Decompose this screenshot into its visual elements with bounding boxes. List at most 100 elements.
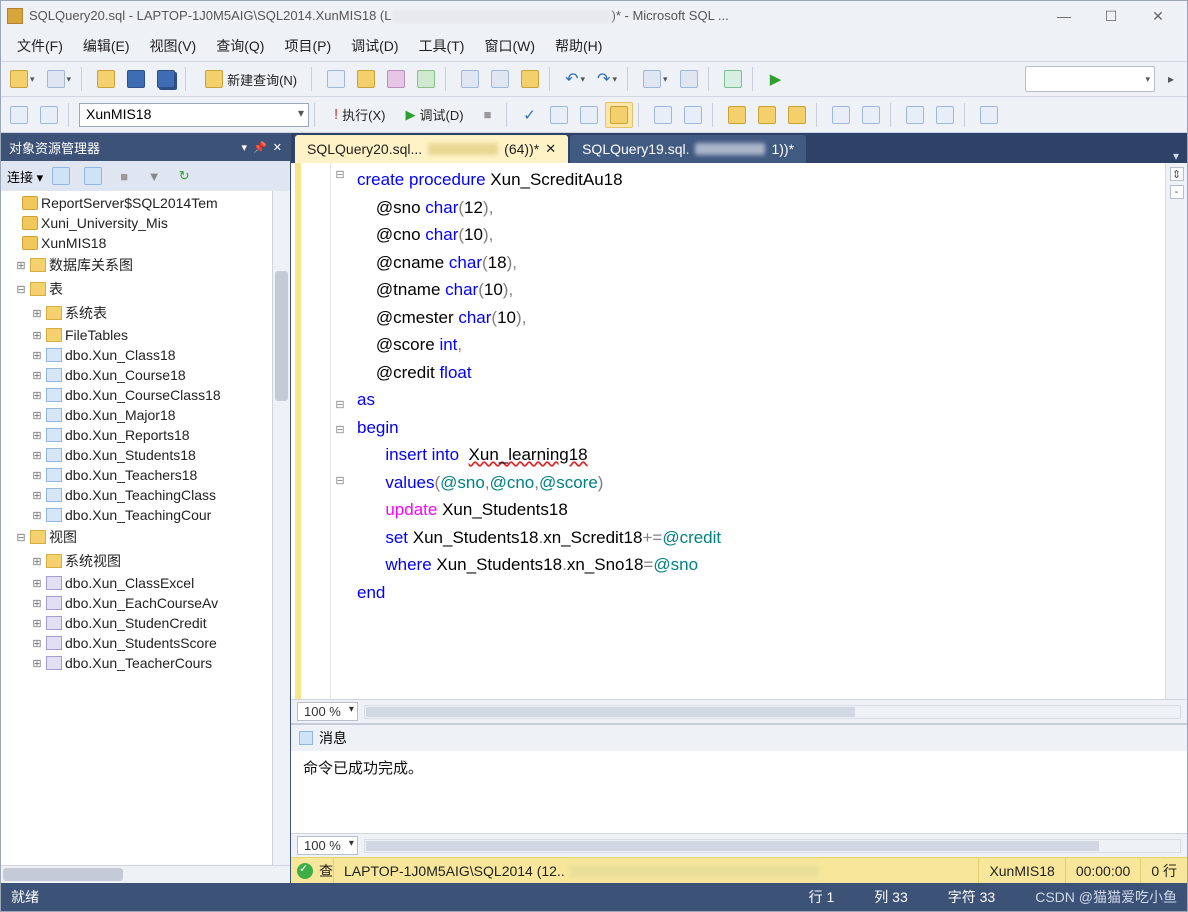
code-editor[interactable]: ⊟⊟⊟⊟ create procedure Xun_ScreditAu18 @s… [291, 163, 1187, 699]
oe-stop[interactable]: ■ [111, 163, 137, 189]
indent-button[interactable] [901, 102, 929, 128]
oe-pin-icon[interactable]: 📌 [253, 141, 267, 154]
redo-button[interactable]: ↷▾ [592, 66, 622, 92]
close-button[interactable]: ✕ [1135, 2, 1181, 30]
status-line: 行 1 [809, 887, 835, 907]
query-status-bar: 查 LAPTOP-1J0M5AIG\SQL2014 (12.. XunMIS18… [291, 857, 1187, 883]
messages-tab[interactable]: 消息 [291, 725, 1187, 751]
xe-button[interactable] [412, 66, 440, 92]
change-conn-button[interactable] [35, 102, 63, 128]
new-project-button[interactable]: ▾ [5, 66, 40, 92]
nav-up-icon[interactable]: - [1170, 185, 1184, 199]
tab-sqlquery19[interactable]: SQLQuery19.sql.1))* [570, 135, 806, 163]
menu-tools[interactable]: 工具(T) [409, 32, 475, 60]
oe-btn1[interactable] [47, 163, 75, 189]
menu-query[interactable]: 查询(Q) [206, 32, 274, 60]
msg-hscrollbar[interactable] [364, 839, 1181, 853]
zoom-combo-msg[interactable]: 100 % [297, 836, 358, 855]
res-grid-button[interactable] [753, 102, 781, 128]
intellisense-button[interactable] [605, 102, 633, 128]
object-explorer-toolbar: 连接 ▾ ■ ▼ ↻ [1, 161, 290, 191]
message-icon [299, 731, 313, 745]
paste-button[interactable] [516, 66, 544, 92]
database-combo[interactable]: XunMIS18 [79, 103, 309, 127]
menu-debug[interactable]: 调试(D) [341, 32, 408, 60]
find-combo[interactable]: ▾ [1025, 66, 1155, 92]
md-button[interactable] [352, 66, 380, 92]
open-button[interactable] [92, 66, 120, 92]
status-ready: 就绪 [11, 887, 39, 907]
status-ok-icon [297, 863, 313, 879]
tab-close-icon[interactable]: ✕ [545, 141, 556, 157]
new-item-button[interactable]: ▾ [42, 66, 77, 92]
tab-overflow-icon[interactable]: ▾ [1165, 149, 1187, 163]
editor-pane: SQLQuery20.sql...(64))*✕ SQLQuery19.sql.… [291, 133, 1187, 883]
connect-label[interactable]: 连接 ▾ [7, 167, 43, 186]
menubar: 文件(F) 编辑(E) 视图(V) 查询(Q) 项目(P) 调试(D) 工具(T… [1, 31, 1187, 61]
oe-close-icon[interactable]: ✕ [273, 141, 282, 154]
comment-button[interactable] [827, 102, 855, 128]
de-button[interactable] [322, 66, 350, 92]
nav2-button[interactable] [675, 66, 703, 92]
object-explorer: 对象资源管理器 ▾📌✕ 连接 ▾ ■ ▼ ↻ ReportServer$SQL2… [1, 133, 291, 883]
status-col: 列 33 [874, 887, 907, 907]
oe-btn2[interactable] [79, 163, 107, 189]
editor-hscrollbar[interactable] [364, 705, 1181, 719]
oe-filter[interactable]: ▼ [141, 163, 167, 189]
zoom-combo[interactable]: 100 % [297, 702, 358, 721]
save-button[interactable] [122, 66, 150, 92]
save-all-button[interactable] [152, 66, 180, 92]
toolbar-main: ▾ ▾ 新建查询(N) ↶▾ ↷▾ ▾ ▶ ▾ ▸ [1, 61, 1187, 97]
connect-button[interactable] [5, 102, 33, 128]
nav1-button[interactable]: ▾ [638, 66, 673, 92]
queryopt-button[interactable] [575, 102, 603, 128]
menu-window[interactable]: 窗口(W) [474, 32, 545, 60]
clientstat-button[interactable] [679, 102, 707, 128]
watermark: CSDN @猫猫爱吃小鱼 [1035, 887, 1177, 907]
tab-sqlquery20[interactable]: SQLQuery20.sql...(64))*✕ [295, 135, 568, 163]
menu-help[interactable]: 帮助(H) [545, 32, 612, 60]
debug-button[interactable]: ▶调试(D) [397, 102, 473, 128]
activity-button[interactable] [719, 66, 747, 92]
toolbar-sql: XunMIS18 !执行(X) ▶调试(D) ■ ✓ [1, 97, 1187, 133]
ssms-window: SQLQuery20.sql - LAPTOP-1J0M5AIG\SQL2014… [0, 0, 1188, 912]
titlebar: SQLQuery20.sql - LAPTOP-1J0M5AIG\SQL2014… [1, 1, 1187, 31]
dm-button[interactable] [382, 66, 410, 92]
start-button[interactable]: ▶ [763, 66, 789, 92]
specify-button[interactable] [975, 102, 1003, 128]
oe-vscrollbar[interactable] [272, 191, 290, 865]
title-text: SQLQuery20.sql - LAPTOP-1J0M5AIG\SQL2014… [29, 8, 1041, 24]
menu-project[interactable]: 项目(P) [274, 32, 341, 60]
object-explorer-title: 对象资源管理器 ▾📌✕ [1, 133, 290, 161]
zoom-bar-msg: 100 % [291, 833, 1187, 857]
minimize-button[interactable]: — [1041, 2, 1087, 30]
res-text-button[interactable] [723, 102, 751, 128]
res-file-button[interactable] [783, 102, 811, 128]
menu-edit[interactable]: 编辑(E) [73, 32, 140, 60]
outdent-button[interactable] [931, 102, 959, 128]
maximize-button[interactable]: ☐ [1088, 2, 1134, 30]
copy-button[interactable] [486, 66, 514, 92]
messages-body: 命令已成功完成。 [291, 751, 1187, 833]
oe-dropdown-icon[interactable]: ▾ [242, 141, 248, 154]
statusbar: 就绪 行 1 列 33 字符 33 CSDN @猫猫爱吃小鱼 [1, 883, 1187, 911]
cut-button[interactable] [456, 66, 484, 92]
oe-hscrollbar[interactable] [1, 865, 290, 883]
zoom-bar-editor: 100 % [291, 699, 1187, 723]
object-explorer-tree[interactable]: ReportServer$SQL2014Tem Xuni_University_… [1, 191, 290, 865]
menu-file[interactable]: 文件(F) [7, 32, 73, 60]
parse-button[interactable]: ✓ [517, 102, 543, 128]
estplan-button[interactable] [545, 102, 573, 128]
oe-refresh[interactable]: ↻ [171, 163, 197, 189]
status-char: 字符 33 [948, 887, 995, 907]
execute-button[interactable]: !执行(X) [325, 102, 395, 128]
actplan-button[interactable] [649, 102, 677, 128]
menu-view[interactable]: 视图(V) [140, 32, 207, 60]
uncomment-button[interactable] [857, 102, 885, 128]
undo-button[interactable]: ↶▾ [560, 66, 590, 92]
new-query-button[interactable]: 新建查询(N) [196, 66, 306, 92]
split-icon[interactable]: ⇕ [1170, 167, 1184, 181]
stop-button[interactable]: ■ [475, 102, 501, 128]
overflow-button[interactable]: ▸ [1157, 66, 1183, 92]
code-text[interactable]: create procedure Xun_ScreditAu18 @sno ch… [349, 163, 1165, 699]
